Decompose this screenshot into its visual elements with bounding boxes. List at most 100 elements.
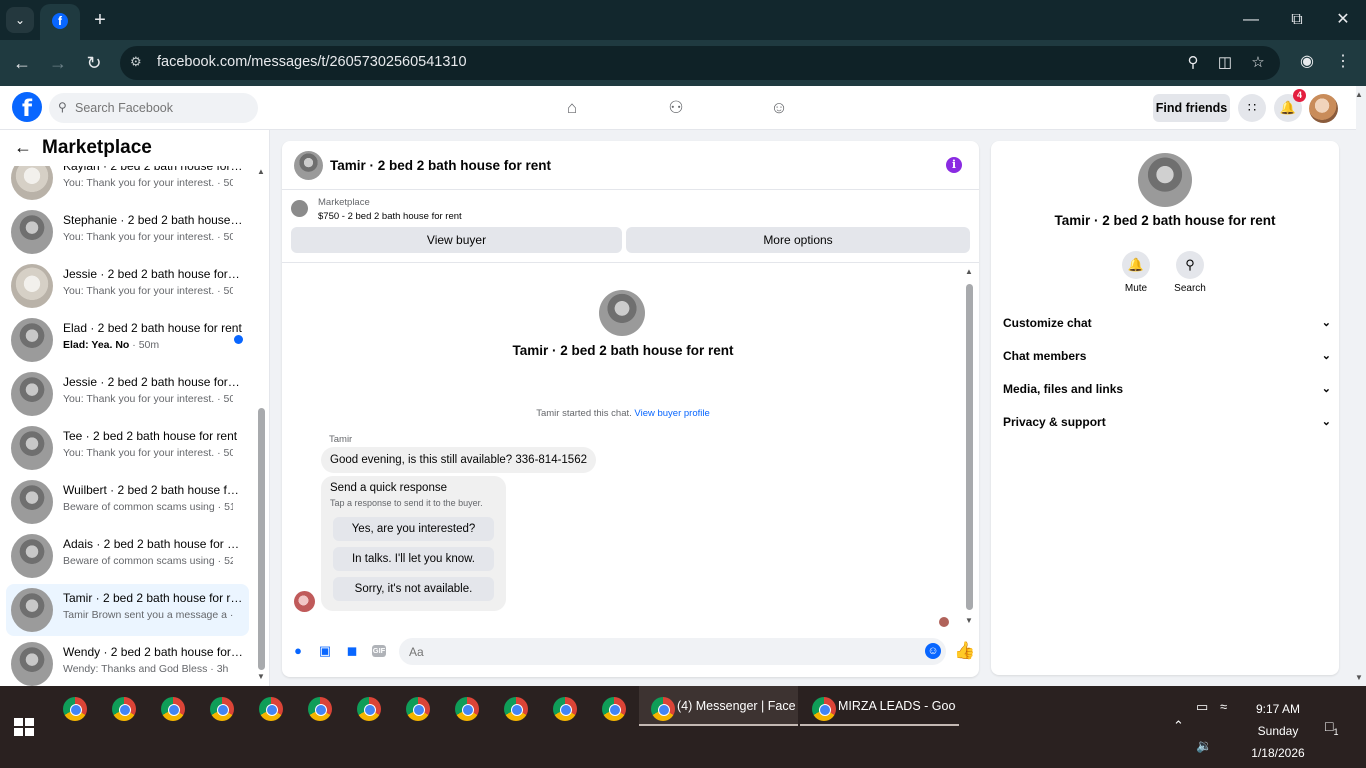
photo-icon[interactable]: ▣: [317, 643, 333, 659]
search-input[interactable]: [75, 93, 250, 123]
customize-chat-row[interactable]: Customize chat ⌄: [1003, 312, 1331, 334]
taskbar-chrome-icon[interactable]: [63, 697, 87, 721]
show-hidden-icons-chevron-icon[interactable]: ⌃: [1173, 718, 1184, 734]
chevron-down-icon: ⌄: [1321, 383, 1331, 395]
close-window-icon[interactable]: ✕: [1328, 8, 1358, 32]
taskbar-chrome-icon[interactable]: [504, 697, 528, 721]
taskbar-window-sheets[interactable]: MIRZA LEADS - Google Sheets: [800, 686, 959, 726]
view-buyer-profile-link[interactable]: View buyer profile: [634, 408, 709, 419]
find-friends-button[interactable]: Find friends: [1153, 94, 1230, 122]
taskbar-chrome-icon[interactable]: [455, 697, 479, 721]
menu-grid-icon[interactable]: ∷: [1238, 94, 1266, 122]
media-files-row[interactable]: Media, files and links ⌄: [1003, 378, 1331, 400]
minimize-icon[interactable]: —: [1236, 8, 1266, 32]
more-options-button[interactable]: More options: [626, 227, 970, 253]
chat-members-row[interactable]: Chat members ⌄: [1003, 345, 1331, 367]
browser-tab-facebook[interactable]: f: [40, 4, 80, 40]
page-scroll-up-icon[interactable]: ▲: [1355, 90, 1363, 99]
chat-scroll-down-icon[interactable]: ▼: [965, 616, 973, 625]
listing-title[interactable]: $750 - 2 bed 2 bath house for rent: [318, 211, 462, 222]
taskbar-chrome-icon[interactable]: [112, 697, 136, 721]
conversation-item[interactable]: Tamir · 2 bed 2 bath house for rent Tamir…: [6, 584, 249, 636]
back-arrow-icon[interactable]: ←: [14, 137, 32, 158]
info-icon[interactable]: i: [946, 157, 962, 173]
battery-icon[interactable]: ▭: [1196, 699, 1208, 715]
sticker-icon[interactable]: ◼: [344, 643, 360, 659]
home-icon[interactable]: ⌂: [560, 96, 584, 120]
notification-center-icon[interactable]: □1: [1325, 718, 1338, 737]
site-info-icon[interactable]: ⚙: [130, 54, 142, 70]
forward-icon[interactable]: →: [46, 51, 70, 75]
browser-toolbar: ← → ↻ ⚙ facebook.com/messages/t/26057302…: [0, 40, 1366, 86]
address-bar[interactable]: ⚙ facebook.com/messages/t/26057302560541…: [120, 46, 1280, 80]
mute-action[interactable]: 🔔 Mute: [1106, 251, 1166, 294]
conversation-name: Tee · 2 bed 2 bath house for rent: [63, 429, 238, 443]
chat-avatar[interactable]: [294, 151, 323, 180]
facebook-search[interactable]: ⚲: [49, 93, 258, 123]
friends-icon[interactable]: ⚇: [664, 96, 688, 120]
scroll-up-icon[interactable]: ▲: [257, 167, 265, 176]
conversation-item[interactable]: Jessie · 2 bed 2 bath house for rent You:…: [6, 368, 249, 420]
url-text[interactable]: facebook.com/messages/t/2605730256054131…: [157, 54, 467, 70]
wifi-icon[interactable]: ≈: [1220, 699, 1227, 714]
taskbar-chrome-icon[interactable]: [210, 697, 234, 721]
tab-search-chevron-icon[interactable]: ⌄: [6, 7, 34, 33]
conversation-item[interactable]: Adais · 2 bed 2 bath house for rent Bewar…: [6, 530, 249, 582]
message-input-box[interactable]: ☺: [399, 638, 946, 665]
conversation-item[interactable]: Tee · 2 bed 2 bath house for rent You: Th…: [6, 422, 249, 474]
taskbar-chrome-icon[interactable]: [259, 697, 283, 721]
gif-icon[interactable]: GIF: [372, 645, 386, 657]
volume-icon[interactable]: 🔉: [1196, 738, 1212, 754]
conversation-item[interactable]: Jessie · 2 bed 2 bath house for rent You:…: [6, 260, 249, 312]
open-indicator: [800, 724, 959, 726]
mute-bell-icon[interactable]: 🔔: [1122, 251, 1150, 279]
taskbar-chrome-icon[interactable]: [602, 697, 626, 721]
quick-reply-button[interactable]: In talks. I'll let you know.: [333, 547, 494, 571]
privacy-support-row[interactable]: Privacy & support ⌄: [1003, 411, 1331, 433]
search-icon[interactable]: ⚲: [1176, 251, 1204, 279]
chat-title[interactable]: Tamir · 2 bed 2 bath house for rent: [330, 158, 551, 173]
conversation-snippet: You: Thank you for your interest. · 50m: [63, 177, 233, 189]
quick-reply-button[interactable]: Yes, are you interested?: [333, 517, 494, 541]
page-scroll-down-icon[interactable]: ▼: [1355, 673, 1363, 682]
thumbs-up-icon[interactable]: 👍: [954, 641, 975, 661]
facebook-header: f ⚲ ⌂ ⚇ ☺ Find friends ∷ 🔔: [0, 86, 1356, 130]
conversation-item[interactable]: Wendy · 2 bed 2 bath house for rent Wendy…: [6, 638, 249, 686]
taskbar-chrome-icon[interactable]: [357, 697, 381, 721]
groups-icon[interactable]: ☺: [767, 96, 791, 120]
search-action[interactable]: ⚲ Search: [1160, 251, 1220, 294]
message-input[interactable]: [409, 638, 909, 665]
taskbar-chrome-icon[interactable]: [308, 697, 332, 721]
taskbar-chrome-icon[interactable]: [406, 697, 430, 721]
conversation-avatar: [11, 534, 53, 578]
conversation-item[interactable]: Stephanie · 2 bed 2 bath house for rent Y…: [6, 206, 249, 258]
scroll-down-icon[interactable]: ▼: [257, 672, 265, 681]
restore-icon[interactable]: ⧉: [1282, 8, 1312, 32]
chat-scroll-up-icon[interactable]: ▲: [965, 267, 973, 276]
conversation-item[interactable]: Elad · 2 bed 2 bath house for rent Elad: …: [6, 314, 249, 366]
browser-menu-icon[interactable]: ⋮: [1332, 51, 1354, 71]
bookmark-star-icon[interactable]: ☆: [1247, 53, 1269, 71]
separator: ·: [214, 177, 224, 189]
windows-start-icon[interactable]: [14, 718, 34, 736]
taskbar-chrome-icon[interactable]: [553, 697, 577, 721]
quick-reply-button[interactable]: Sorry, it's not available.: [333, 577, 494, 601]
zoom-icon[interactable]: ⚲: [1182, 53, 1204, 71]
conversation-item[interactable]: Wuilbert · 2 bed 2 bath house for rent Be…: [6, 476, 249, 528]
system-clock[interactable]: 9:17 AM Sunday 1/18/2026: [1240, 698, 1316, 764]
list-scrollbar[interactable]: [258, 408, 265, 670]
reload-icon[interactable]: ↻: [82, 51, 106, 75]
message-bubble[interactable]: Good evening, is this still available? 3…: [321, 447, 596, 473]
microphone-icon[interactable]: ●: [290, 643, 306, 659]
emoji-icon[interactable]: ☺: [925, 643, 941, 659]
facebook-logo-icon[interactable]: f: [12, 92, 42, 122]
back-icon[interactable]: ←: [10, 51, 34, 75]
install-app-icon[interactable]: ◫: [1214, 53, 1236, 71]
new-tab-plus-icon[interactable]: +: [88, 8, 112, 32]
account-avatar[interactable]: [1309, 94, 1338, 123]
chat-scrollbar[interactable]: [966, 284, 973, 610]
profile-icon[interactable]: ◉: [1296, 51, 1318, 71]
view-buyer-button[interactable]: View buyer: [291, 227, 622, 253]
taskbar-window-messenger[interactable]: (4) Messenger | Facebook: [639, 686, 798, 726]
taskbar-chrome-icon[interactable]: [161, 697, 185, 721]
